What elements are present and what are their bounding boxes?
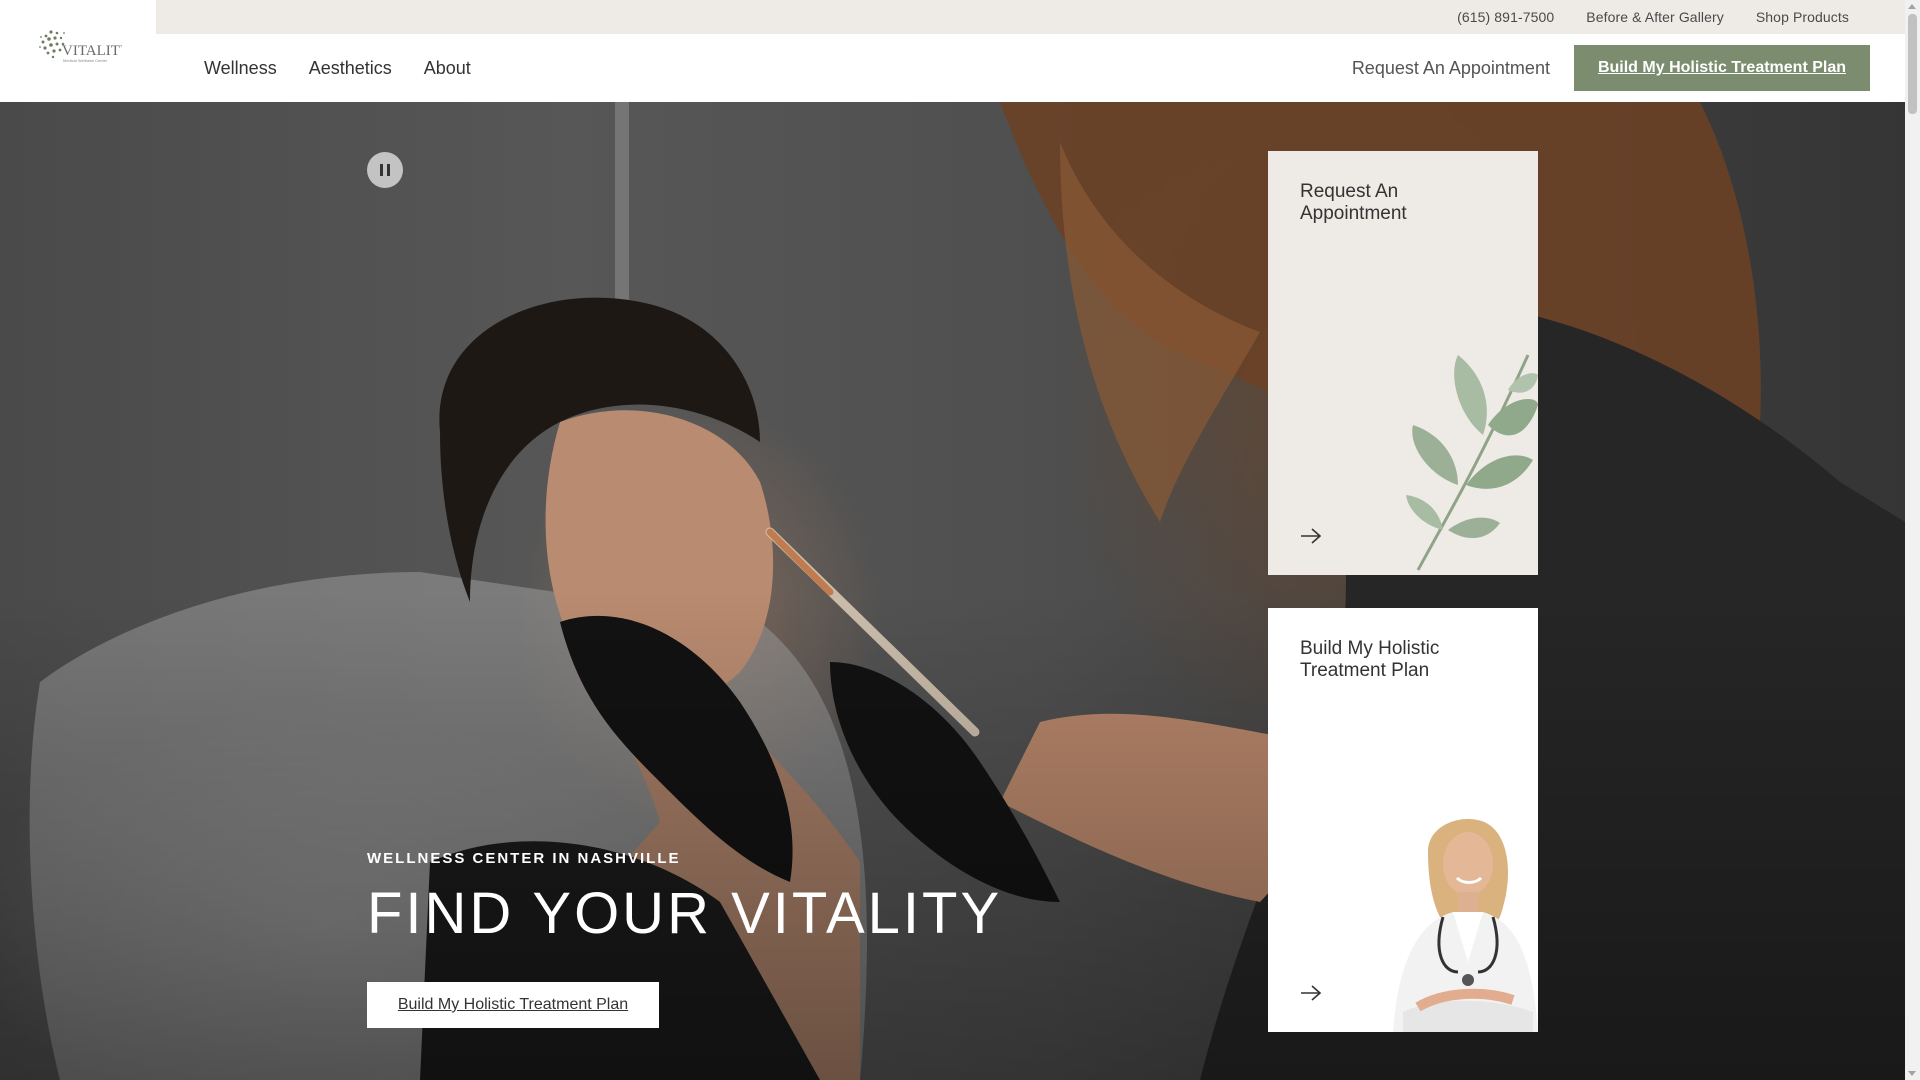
nav-item-about[interactable]: About — [424, 58, 471, 79]
hero-kicker: WELLNESS CENTER IN NASHVILLE — [367, 850, 681, 867]
utility-links: (615) 891-7500 Before & After Gallery Sh… — [1457, 0, 1849, 34]
doctor-portrait-image — [1393, 819, 1538, 1032]
arrow-right-icon — [1301, 985, 1322, 1001]
leaf-illustration — [1406, 354, 1538, 571]
nav-item-aesthetics[interactable]: Aesthetics — [309, 58, 392, 79]
hero-build-plan-button[interactable]: Build My Holistic Treatment Plan — [367, 982, 659, 1028]
main-nav: Wellness Aesthetics About Request An App… — [156, 34, 1905, 102]
svg-text:VITALITY: VITALITY — [62, 43, 122, 59]
before-after-gallery-link[interactable]: Before & After Gallery — [1586, 9, 1724, 25]
pause-bar — [387, 164, 390, 176]
scroll-down-icon[interactable] — [1908, 1071, 1916, 1076]
scroll-up-icon[interactable] — [1908, 4, 1916, 9]
arrow-right-icon — [1301, 528, 1322, 544]
page-scrollbar[interactable] — [1905, 0, 1920, 1080]
request-appointment-link[interactable]: Request An Appointment — [1352, 58, 1550, 79]
primary-menu: Wellness Aesthetics About — [204, 34, 471, 102]
card-title: Build My Holistic Treatment Plan — [1300, 638, 1440, 681]
logo-area: VITALITY Medical Wellness Center — [0, 0, 156, 102]
request-appointment-card[interactable]: Request An Appointment — [1268, 151, 1538, 575]
phone-link[interactable]: (615) 891-7500 — [1457, 9, 1554, 25]
page: VITALITY Medical Wellness Center (615) 8… — [0, 0, 1905, 1080]
build-plan-card[interactable]: Build My Holistic Treatment Plan — [1268, 608, 1538, 1032]
vitality-logo[interactable]: VITALITY Medical Wellness Center — [36, 24, 131, 70]
nav-item-wellness[interactable]: Wellness — [204, 58, 277, 79]
hero-title: FIND YOUR VITALITY — [367, 881, 1003, 946]
svg-text:Medical Wellness Center: Medical Wellness Center — [63, 58, 108, 63]
utility-bar: (615) 891-7500 Before & After Gallery Sh… — [156, 0, 1905, 34]
hero-section: WELLNESS CENTER IN NASHVILLE FIND YOUR V… — [0, 102, 1905, 1080]
vitality-logo-graphic: VITALITY Medical Wellness Center — [39, 30, 131, 63]
build-plan-button[interactable]: Build My Holistic Treatment Plan — [1573, 45, 1870, 91]
nav-actions: Request An Appointment Build My Holistic… — [1352, 34, 1870, 102]
shop-products-link[interactable]: Shop Products — [1756, 9, 1849, 25]
pause-icon[interactable] — [367, 152, 403, 188]
pause-bar — [380, 164, 383, 176]
scroll-thumb[interactable] — [1908, 14, 1917, 114]
card-title: Request An Appointment — [1300, 181, 1407, 224]
